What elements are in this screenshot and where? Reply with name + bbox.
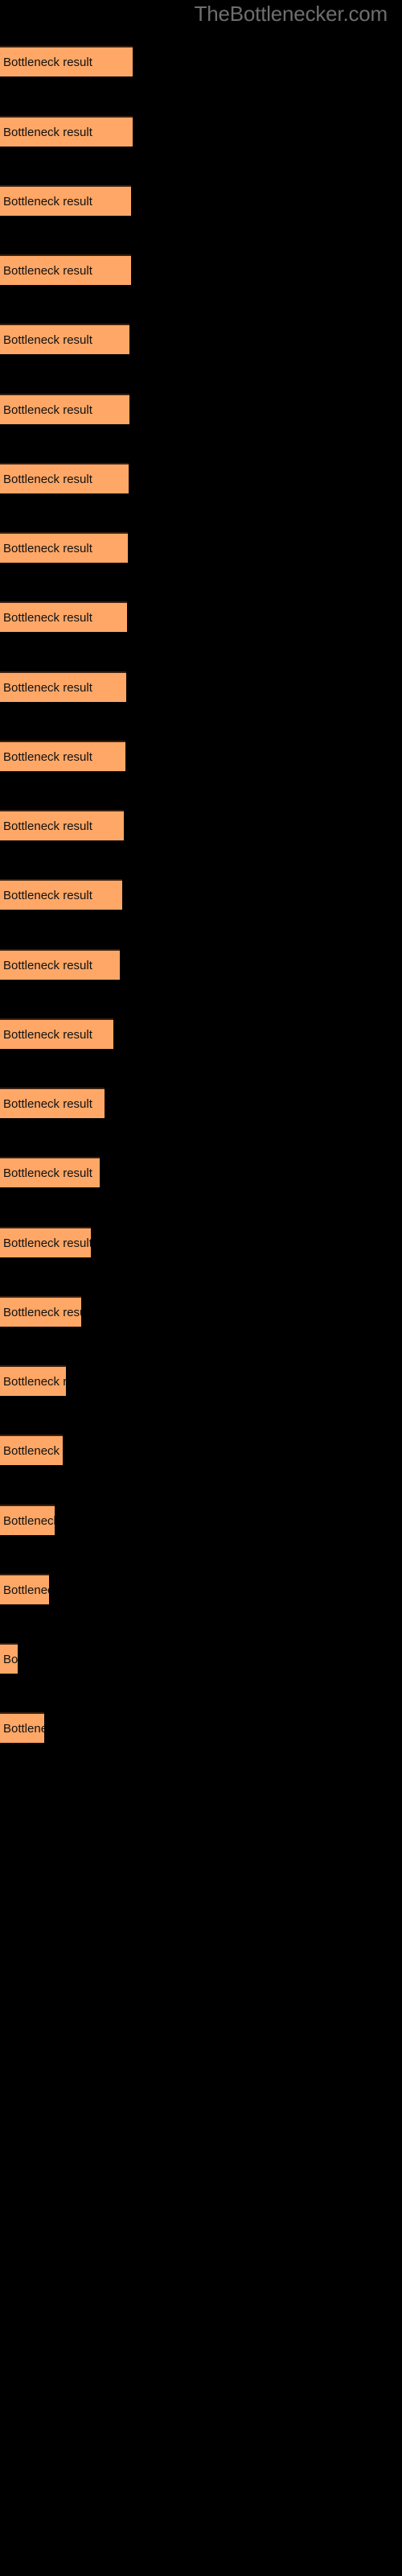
bar[interactable]: Bottleneck result <box>0 185 131 216</box>
bar[interactable]: Bottleneck result <box>0 1712 44 1743</box>
bar[interactable]: Bottleneck result <box>0 1227 91 1257</box>
bar[interactable]: Bottleneck result <box>0 46 133 76</box>
bar[interactable]: Bottleneck result <box>0 1088 105 1118</box>
bar-label: Bottleneck result <box>3 56 92 69</box>
bar[interactable]: Bottleneck result <box>0 463 129 493</box>
bar-label: Bottleneck result <box>3 126 92 139</box>
bar[interactable]: Bottleneck result <box>0 1505 55 1535</box>
bar[interactable]: Bottleneck result <box>0 1435 63 1465</box>
bar[interactable]: Bottleneck result <box>0 1018 113 1049</box>
bar[interactable]: Bottleneck result <box>0 1296 81 1327</box>
bar[interactable]: Bottleneck result <box>0 949 120 980</box>
bottleneck-bar-chart: TheBottlenecker.com Bottleneck result Bot… <box>0 0 402 2576</box>
bar-label: Bottleneck result <box>3 1722 44 1736</box>
bar[interactable]: Bottleneck result <box>0 532 128 563</box>
bar-label: Bottleneck result <box>3 333 92 347</box>
bar[interactable]: Bottleneck result <box>0 810 124 840</box>
bar[interactable]: Bottleneck result <box>0 1365 66 1396</box>
bar[interactable]: Bottleneck result <box>0 324 129 354</box>
bar-label: Bottleneck result <box>3 1653 18 1666</box>
bar[interactable]: Bottleneck result <box>0 741 125 771</box>
bar[interactable]: Bottleneck result <box>0 1643 18 1674</box>
bar[interactable]: Bottleneck result <box>0 601 127 632</box>
bar-label: Bottleneck result <box>3 1028 92 1042</box>
bar-label: Bottleneck result <box>3 1097 92 1111</box>
bar-label: Bottleneck result <box>3 959 92 972</box>
bar[interactable]: Bottleneck result <box>0 1574 49 1604</box>
bar-label: Bottleneck result <box>3 1236 91 1250</box>
bar-label: Bottleneck result <box>3 264 92 278</box>
bar[interactable]: Bottleneck result <box>0 394 129 424</box>
site-watermark: TheBottlenecker.com <box>194 2 388 26</box>
bar-label: Bottleneck result <box>3 1306 81 1319</box>
bar[interactable]: Bottleneck result <box>0 879 122 910</box>
bar-label: Bottleneck result <box>3 1514 55 1528</box>
bar[interactable]: Bottleneck result <box>0 116 133 147</box>
bar-label: Bottleneck result <box>3 1583 49 1597</box>
bar-label: Bottleneck result <box>3 819 92 833</box>
bar-label: Bottleneck result <box>3 473 92 486</box>
bar-label: Bottleneck result <box>3 1166 92 1180</box>
bar[interactable]: Bottleneck result <box>0 671 126 702</box>
bar-label: Bottleneck result <box>3 195 92 208</box>
bar-label: Bottleneck result <box>3 1375 66 1389</box>
bar-label: Bottleneck result <box>3 681 92 695</box>
bar[interactable]: Bottleneck result <box>0 254 131 285</box>
bar-label: Bottleneck result <box>3 403 92 417</box>
bar-label: Bottleneck result <box>3 889 92 902</box>
bar[interactable]: Bottleneck result <box>0 1157 100 1187</box>
bar-label: Bottleneck result <box>3 1444 63 1458</box>
bar-label: Bottleneck result <box>3 750 92 764</box>
bar-label: Bottleneck result <box>3 542 92 555</box>
bar-label: Bottleneck result <box>3 611 92 625</box>
